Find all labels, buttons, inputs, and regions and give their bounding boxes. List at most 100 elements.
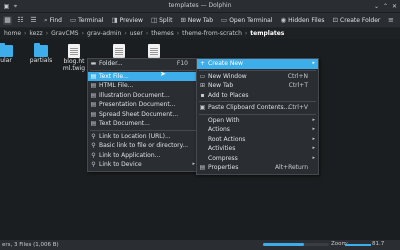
context-menu: + Create New ▸ ▭ New Window Ctrl+N ⊞ New Tab C…: [196, 58, 319, 175]
menu-item-new-window[interactable]: ▭ New Window Ctrl+N: [197, 72, 318, 82]
breadcrumb-item[interactable]: GravCMS: [51, 30, 79, 37]
menu-item-compress[interactable]: Compress ▸: [197, 154, 318, 164]
file-name: blog.html.twig: [62, 58, 86, 72]
document-icon: [68, 44, 80, 58]
terminal-icon: ▭: [69, 16, 77, 24]
folder-icon: ▬: [90, 60, 97, 67]
close-icon[interactable]: ✕: [391, 3, 398, 10]
places-icon: ▪: [200, 91, 205, 99]
chevron-right-icon: ›: [81, 30, 85, 37]
free-space-bar: [263, 243, 329, 246]
menu-item-link-application[interactable]: ⚲ Link to Application...: [88, 151, 198, 161]
menu-item-folder[interactable]: ▬ Folder... F10: [88, 59, 198, 69]
breadcrumb-item[interactable]: theme-from-scratch: [182, 30, 242, 37]
html-file-icon: ▤: [90, 82, 97, 89]
new-tab-icon: ⊞: [180, 16, 186, 24]
file-name: partials: [29, 57, 53, 64]
breadcrumb-current[interactable]: templates: [250, 30, 284, 37]
chevron-right-icon: ▸: [192, 161, 195, 167]
mouse-cursor-icon: ➤: [160, 70, 166, 78]
menu-item-new-tab[interactable]: ⊞ New Tab Ctrl+T: [197, 81, 318, 91]
menu-item-open-with[interactable]: Open With ▸: [197, 116, 318, 126]
search-icon: ⌕: [44, 15, 48, 24]
chevron-right-icon: ›: [176, 30, 180, 37]
menu-item-spreadsheet[interactable]: ▤ Spread Sheet Document...: [88, 110, 198, 120]
menu-item-text-file[interactable]: ▤ Text File...: [88, 71, 198, 81]
breadcrumb-item[interactable]: user: [130, 30, 143, 37]
create-folder-button[interactable]: ⊡ Create Folder: [331, 16, 383, 24]
menu-item-html-file[interactable]: ▤ HTML File...: [88, 81, 198, 91]
window-icon: ▭: [199, 72, 206, 80]
terminal-button[interactable]: ▭ Terminal: [68, 16, 106, 24]
menu-item-root-actions[interactable]: Root Actions ▸: [197, 135, 318, 145]
details-view-icon[interactable]: ☰: [29, 16, 38, 25]
menu-item-link-device[interactable]: ⚲ Link to Device ▸: [88, 160, 198, 170]
file-item[interactable]: ular: [0, 43, 14, 64]
text-document-icon: ▤: [90, 120, 97, 127]
minimize-icon[interactable]: ⌄: [373, 3, 380, 10]
spreadsheet-icon: ▤: [90, 110, 97, 118]
menu-item-create-new[interactable]: + Create New ▸: [197, 59, 318, 69]
link-icon: ⚲: [91, 161, 96, 168]
find-button[interactable]: ⌕ Find: [42, 16, 64, 25]
compact-view-icon[interactable]: ☷: [16, 16, 25, 25]
icons-view-icon[interactable]: ▦: [3, 15, 12, 25]
chevron-right-icon: ▸: [312, 154, 315, 161]
free-space-fill: [263, 243, 304, 246]
open-terminal-button[interactable]: ▭ Open Terminal: [219, 16, 274, 24]
chevron-right-icon: ▸: [312, 135, 315, 142]
file-item[interactable]: blog.html.twig: [62, 44, 86, 72]
chevron-right-icon: ▸: [312, 126, 315, 132]
breadcrumb-item[interactable]: themes: [151, 30, 174, 37]
chevron-right-icon: ›: [244, 30, 248, 37]
menu-item-add-to-places[interactable]: ▪ Add to Places: [197, 91, 318, 101]
hidden-files-icon: ◉: [280, 16, 287, 24]
zoom-slider[interactable]: [345, 244, 371, 246]
tab-icon: ⊞: [199, 82, 206, 89]
menu-item-actions[interactable]: Actions ▸: [197, 125, 318, 135]
breadcrumb-item[interactable]: home: [4, 30, 21, 37]
menu-separator: [90, 69, 196, 71]
breadcrumb-item[interactable]: kezz: [29, 30, 42, 37]
status-text: ers, 3 Files (1,006 B): [2, 242, 59, 248]
paste-icon: ▣: [199, 104, 206, 111]
new-tab-button[interactable]: ⊞ New Tab: [178, 16, 215, 24]
file-item[interactable]: [112, 44, 126, 58]
properties-icon: ▤: [199, 164, 206, 171]
menu-item-presentation[interactable]: ▤ Presentation Document...: [88, 100, 198, 110]
menu-item-basic-link[interactable]: ⚲ Basic link to file or directory...: [88, 141, 198, 151]
file-item[interactable]: partials: [28, 43, 54, 64]
split-button[interactable]: ◫ Split: [149, 16, 174, 24]
menu-item-properties[interactable]: ▤ Properties Alt+Return: [197, 163, 318, 173]
chevron-right-icon: ▸: [312, 60, 315, 66]
status-bar: ers, 3 Files (1,006 B) Zoom: 81.7: [0, 240, 400, 250]
preview-icon: ◨: [111, 16, 118, 24]
menu-item-link-url[interactable]: ⚲ Link to Location (URL)...: [88, 132, 198, 142]
hidden-files-button[interactable]: ◉ Hidden Files: [279, 16, 327, 24]
menu-item-activities[interactable]: Activities ▸: [197, 144, 318, 154]
file-item[interactable]: [147, 44, 161, 58]
hamburger-menu-icon[interactable]: ≡: [386, 16, 395, 25]
menu-separator: [199, 69, 316, 71]
illustration-icon: ▤: [90, 91, 97, 99]
chevron-right-icon: ▸: [312, 116, 315, 123]
preview-button[interactable]: ◨ Preview: [109, 16, 145, 24]
link-icon: ⚲: [91, 142, 96, 149]
menu-item-illustration[interactable]: ▤ Illustration Document...: [88, 91, 198, 101]
free-space-text: 81.7: [372, 241, 385, 247]
link-icon: ⚲: [91, 151, 96, 159]
presentation-icon: ▤: [90, 101, 97, 108]
text-file-icon: ▤: [90, 72, 97, 80]
title-bar: ▣ ⌖ templates — Dolphin ⌄ ⌃ ✕: [0, 0, 400, 13]
plus-icon: +: [199, 60, 206, 67]
breadcrumb-item[interactable]: grav-admin: [87, 30, 121, 37]
open-terminal-icon: ▭: [221, 16, 228, 24]
document-icon: [113, 44, 125, 58]
menu-item-paste[interactable]: ▣ Paste Clipboard Contents... Ctrl+V: [197, 103, 318, 113]
chevron-right-icon: ›: [24, 30, 27, 37]
chevron-right-icon: ›: [145, 30, 149, 37]
menu-separator: [199, 101, 316, 102]
chevron-right-icon: ›: [124, 30, 127, 37]
maximize-icon[interactable]: ⌃: [382, 3, 389, 10]
menu-item-text-document[interactable]: ▤ Text Document...: [88, 119, 198, 129]
